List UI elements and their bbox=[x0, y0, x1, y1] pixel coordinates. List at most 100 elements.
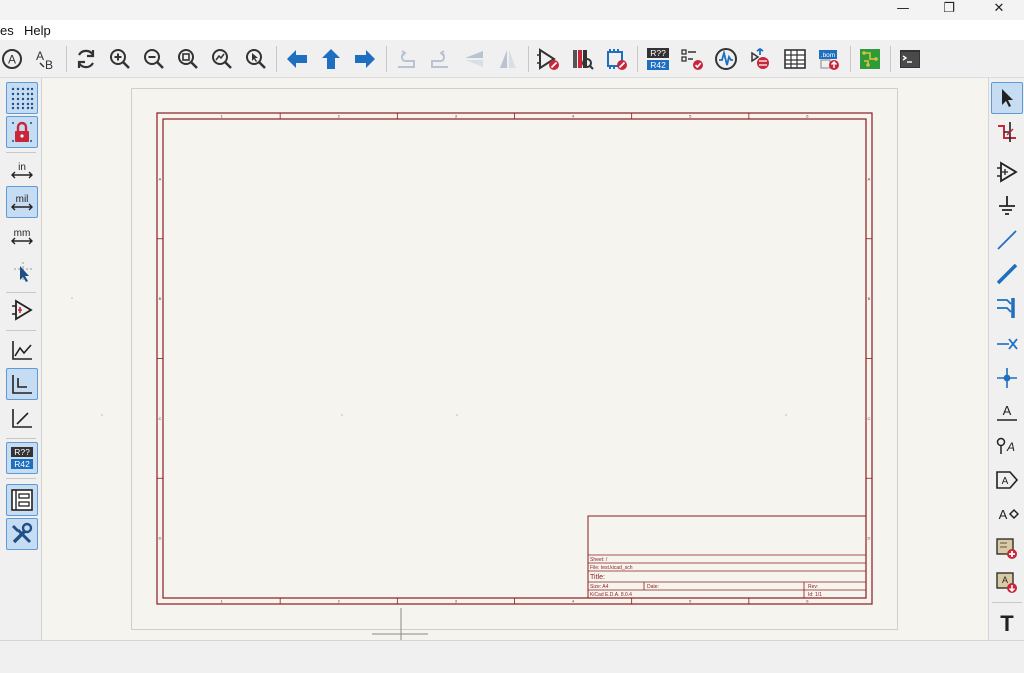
simulator-button[interactable] bbox=[711, 44, 741, 74]
navigate-up-icon bbox=[322, 49, 340, 69]
schematic-canvas[interactable]: 1 1 2 2 3 3 4 4 5 5 6 6 A A B B C C D D Sheet: / File: test… bbox=[42, 78, 988, 640]
frame-column-label: 2 bbox=[338, 599, 341, 604]
import-sheet-pin-button[interactable]: A bbox=[991, 566, 1023, 598]
toolbar-separator bbox=[6, 330, 36, 331]
sheet-border-inner bbox=[162, 118, 867, 599]
toolbar-separator bbox=[890, 46, 891, 72]
zoom-fit-button[interactable] bbox=[173, 44, 203, 74]
toolbar-separator bbox=[6, 478, 36, 479]
erc-button[interactable] bbox=[677, 44, 707, 74]
properties-manager-button[interactable] bbox=[6, 518, 38, 550]
restore-button[interactable]: ❐ bbox=[926, 0, 972, 16]
grid-icon bbox=[11, 87, 34, 110]
add-bus-entry-button[interactable] bbox=[991, 292, 1023, 324]
bom-generate-button[interactable]: .bom bbox=[814, 44, 844, 74]
line-mode-90-button[interactable] bbox=[6, 368, 38, 400]
close-icon: ✕ bbox=[993, 0, 1005, 16]
symbol-icon bbox=[997, 161, 1018, 183]
grid-lock-button[interactable] bbox=[6, 116, 38, 148]
mirror-horizontal-button[interactable] bbox=[493, 44, 523, 74]
navigate-forward-button[interactable] bbox=[350, 44, 380, 74]
line-mode-45-button[interactable] bbox=[6, 402, 38, 434]
hierarchy-navigator-button[interactable] bbox=[6, 484, 38, 516]
add-power-button[interactable] bbox=[991, 190, 1023, 222]
mirror-vertical-button[interactable] bbox=[459, 44, 489, 74]
full-crosshair-icon bbox=[14, 262, 32, 282]
hidden-pins-icon bbox=[12, 299, 33, 321]
annotate-schematic-button[interactable]: R?? R42 bbox=[643, 44, 673, 74]
tools-icon bbox=[12, 522, 33, 544]
units-mils-button[interactable]: mil bbox=[6, 186, 38, 218]
annotate-r42-icon: R?? R42 bbox=[11, 447, 33, 469]
symbol-editor-button[interactable] bbox=[533, 44, 563, 74]
zoom-selection-icon bbox=[246, 49, 266, 69]
cursor-style-button[interactable] bbox=[6, 256, 38, 288]
highlight-net-button[interactable] bbox=[991, 116, 1023, 148]
toolbar-separator bbox=[66, 46, 67, 72]
rotate-ccw-button[interactable] bbox=[391, 44, 421, 74]
toolbar-separator bbox=[992, 602, 1022, 603]
pcb-editor-button[interactable] bbox=[855, 44, 885, 74]
units-inches-icon: in bbox=[11, 162, 33, 179]
svg-text:A: A bbox=[8, 53, 16, 67]
line-mode-free-button[interactable] bbox=[6, 334, 38, 366]
find-replace-button[interactable]: AB bbox=[31, 44, 61, 74]
svg-text:mm: mm bbox=[14, 228, 31, 239]
add-hier-label-button[interactable]: A bbox=[991, 498, 1023, 530]
select-tool-button[interactable] bbox=[991, 82, 1023, 114]
footprint-assign-button[interactable] bbox=[601, 44, 631, 74]
navigate-back-icon bbox=[287, 50, 307, 68]
mirror-horizontal-icon bbox=[500, 50, 516, 68]
junction-icon bbox=[997, 368, 1017, 388]
scripting-console-button[interactable] bbox=[895, 44, 925, 74]
title-block-sheet: Sheet: / bbox=[590, 557, 608, 563]
zoom-selection-button[interactable] bbox=[241, 44, 271, 74]
add-text-button[interactable]: T bbox=[991, 606, 1023, 638]
annotation-mode-button[interactable]: R?? R42 bbox=[6, 442, 38, 474]
zoom-out-button[interactable] bbox=[139, 44, 169, 74]
rotate-cw-button[interactable] bbox=[425, 44, 455, 74]
add-netclass-button[interactable]: A bbox=[991, 430, 1023, 462]
add-no-connect-button[interactable] bbox=[991, 328, 1023, 360]
left-toolbar: in mil mm R?? R42 bbox=[0, 78, 42, 640]
hier-label-icon: A bbox=[999, 507, 1019, 522]
frame-column-label: 5 bbox=[689, 599, 692, 604]
toolbar-separator bbox=[850, 46, 851, 72]
add-junction-button[interactable] bbox=[991, 362, 1023, 394]
bom-table-icon bbox=[784, 49, 806, 69]
units-inches-button[interactable]: in bbox=[6, 154, 38, 186]
toolbar-separator bbox=[637, 46, 638, 72]
svg-text:A: A bbox=[999, 507, 1008, 522]
add-wire-button[interactable] bbox=[991, 224, 1023, 256]
annotate-button[interactable]: A bbox=[0, 44, 27, 74]
hidden-pins-button[interactable] bbox=[6, 294, 38, 326]
add-sheet-button[interactable] bbox=[991, 532, 1023, 564]
refresh-button[interactable] bbox=[71, 44, 101, 74]
navigate-up-button[interactable] bbox=[316, 44, 346, 74]
minimize-button[interactable]: — bbox=[880, 0, 926, 16]
menu-item-preferences[interactable]: es bbox=[0, 22, 20, 39]
symbol-browser-button[interactable] bbox=[567, 44, 597, 74]
units-mm-button[interactable]: mm bbox=[6, 220, 38, 252]
frame-row-label: A bbox=[868, 176, 871, 181]
main-toolbar: A AB R?? R42 .bom bbox=[0, 40, 1024, 78]
bom-table-button[interactable] bbox=[780, 44, 810, 74]
zoom-in-button[interactable] bbox=[105, 44, 135, 74]
add-bus-button[interactable] bbox=[991, 258, 1023, 290]
add-global-label-button[interactable]: A bbox=[991, 464, 1023, 496]
zoom-objects-button[interactable] bbox=[207, 44, 237, 74]
netlist-button[interactable] bbox=[745, 44, 775, 74]
zoom-in-icon bbox=[110, 49, 130, 69]
navigate-back-button[interactable] bbox=[282, 44, 312, 74]
add-symbol-button[interactable] bbox=[991, 156, 1023, 188]
svg-text:A: A bbox=[1002, 476, 1009, 487]
select-arrow-icon bbox=[1002, 89, 1013, 107]
grid-toggle-button[interactable] bbox=[6, 82, 38, 114]
refresh-icon bbox=[77, 49, 95, 69]
drawing-sheet: 1 1 2 2 3 3 4 4 5 5 6 6 A A B B C C D D Sheet: / File: test… bbox=[71, 112, 873, 640]
units-mils-icon: mil bbox=[11, 194, 33, 211]
close-button[interactable]: ✕ bbox=[976, 0, 1022, 16]
menu-item-help[interactable]: Help bbox=[18, 22, 57, 39]
add-label-button[interactable]: A bbox=[991, 396, 1023, 428]
scripting-console-icon bbox=[900, 50, 920, 68]
